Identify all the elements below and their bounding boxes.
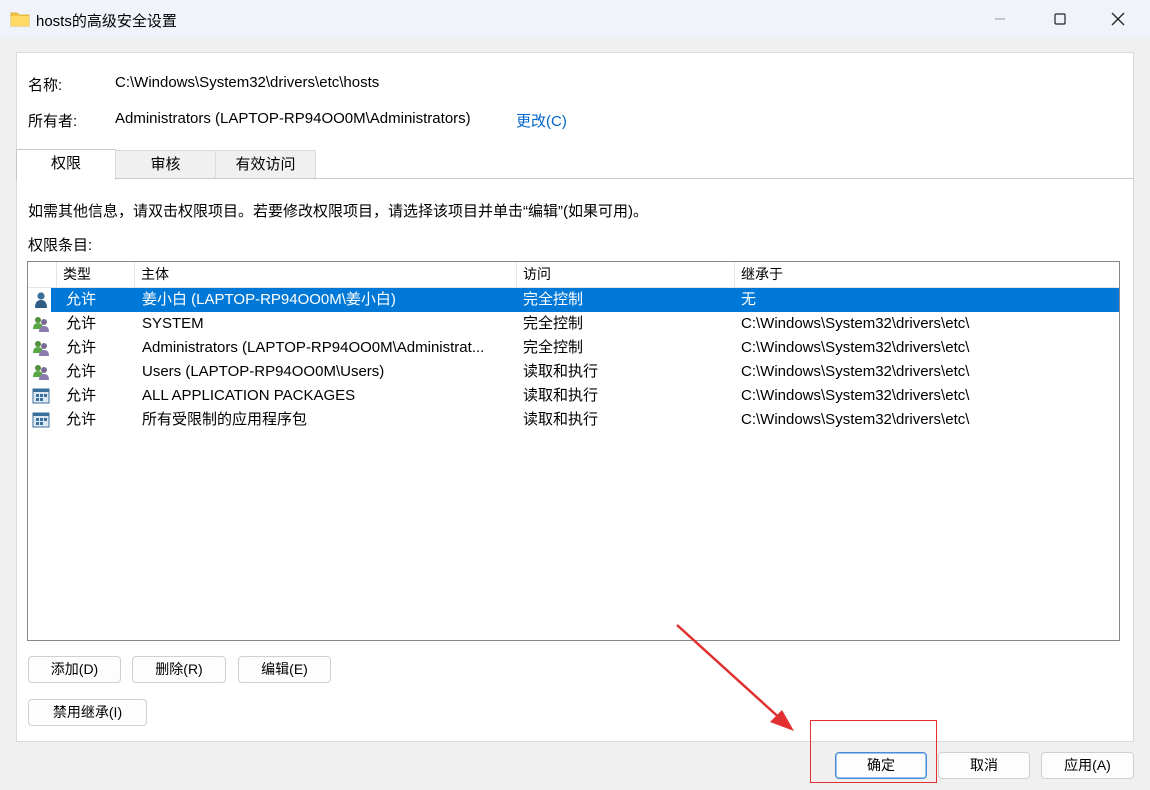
table-row[interactable]: 允许 所有受限制的应用程序包 读取和执行 C:\Windows\System32… — [28, 408, 1119, 432]
name-value: C:\Windows\System32\drivers\etc\hosts — [115, 74, 380, 91]
maximize-icon — [1054, 13, 1066, 25]
permission-entries-list[interactable]: 类型 主体 访问 继承于 允许 姜小白 (LAPTOP-RP94OO0M\姜小白… — [27, 261, 1120, 641]
tab-label: 权限 — [50, 155, 81, 172]
user-icon — [35, 292, 47, 308]
cell-inherited: C:\Windows\System32\drivers\etc\ — [741, 363, 970, 380]
disable-inheritance-button[interactable]: 禁用继承(I) — [28, 699, 147, 726]
cell-principal: SYSTEM — [142, 315, 204, 332]
entries-label: 权限条目: — [28, 237, 93, 254]
close-button[interactable] — [1090, 0, 1146, 38]
ok-button[interactable]: 确定 — [835, 752, 927, 779]
cell-type: 允许 — [66, 387, 97, 404]
title-bar: hosts的高级安全设置 — [0, 0, 1150, 38]
cell-principal: ALL APPLICATION PACKAGES — [142, 387, 356, 404]
cell-access: 完全控制 — [523, 315, 584, 332]
add-button[interactable]: 添加(D) — [28, 656, 121, 683]
active-tab-gap — [17, 178, 115, 180]
cell-access: 完全控制 — [523, 291, 584, 308]
change-owner-link[interactable]: 更改(C) — [516, 110, 567, 131]
apply-button[interactable]: 应用(A) — [1041, 752, 1134, 779]
cell-type: 允许 — [66, 363, 97, 380]
cell-principal: Users (LAPTOP-RP94OO0M\Users) — [142, 363, 385, 380]
column-label: 访问 — [523, 266, 551, 282]
header-icon-column — [28, 262, 57, 287]
tab-label: 有效访问 — [235, 156, 296, 173]
hint-text: 如需其他信息，请双击权限项目。若要修改权限项目，请选择该项目并单击“编辑”(如果… — [28, 203, 648, 220]
column-header-type[interactable]: 类型 — [57, 262, 135, 287]
app-package-icon — [32, 412, 50, 428]
column-header-inherited[interactable]: 继承于 — [735, 262, 1119, 287]
tab-effective-access[interactable]: 有效访问 — [215, 150, 316, 179]
cell-principal: 姜小白 (LAPTOP-RP94OO0M\姜小白) — [142, 291, 396, 308]
tab-auditing[interactable]: 审核 — [115, 150, 216, 179]
cell-access: 读取和执行 — [523, 363, 599, 380]
cell-inherited: C:\Windows\System32\drivers\etc\ — [741, 387, 970, 404]
table-row[interactable]: 允许 姜小白 (LAPTOP-RP94OO0M\姜小白) 完全控制 无 — [28, 288, 1119, 312]
cell-type: 允许 — [66, 411, 97, 428]
column-label: 主体 — [141, 266, 169, 282]
owner-value: Administrators (LAPTOP-RP94OO0M\Administ… — [115, 110, 471, 127]
table-row[interactable]: 允许 Users (LAPTOP-RP94OO0M\Users) 读取和执行 C… — [28, 360, 1119, 384]
table-row[interactable]: 允许 ALL APPLICATION PACKAGES 读取和执行 C:\Win… — [28, 384, 1119, 408]
edit-button[interactable]: 编辑(E) — [238, 656, 331, 683]
group-icon — [33, 365, 49, 380]
name-label: 名称: — [28, 77, 63, 94]
column-header-principal[interactable]: 主体 — [135, 262, 517, 287]
cell-type: 允许 — [66, 315, 97, 332]
cancel-button[interactable]: 取消 — [938, 752, 1030, 779]
group-icon — [33, 341, 49, 356]
table-row[interactable]: 允许 SYSTEM 完全控制 C:\Windows\System32\drive… — [28, 312, 1119, 336]
list-header: 类型 主体 访问 继承于 — [28, 262, 1119, 288]
cell-type: 允许 — [66, 339, 97, 356]
cell-type: 允许 — [66, 291, 97, 308]
window-title: hosts的高级安全设置 — [36, 13, 177, 30]
minimize-icon — [995, 18, 1005, 20]
cell-principal: 所有受限制的应用程序包 — [142, 411, 308, 428]
tab-label: 审核 — [150, 156, 181, 173]
tab-permissions[interactable]: 权限 — [16, 149, 116, 180]
folder-icon — [10, 12, 30, 27]
app-package-icon — [32, 388, 50, 404]
maximize-button[interactable] — [1032, 0, 1088, 38]
cell-access: 完全控制 — [523, 339, 584, 356]
tab-divider — [16, 178, 1134, 179]
cell-principal: Administrators (LAPTOP-RP94OO0M\Administ… — [142, 339, 485, 356]
cell-access: 读取和执行 — [523, 411, 599, 428]
group-icon — [33, 317, 49, 332]
column-label: 类型 — [63, 266, 91, 282]
minimize-button[interactable] — [972, 0, 1028, 38]
cell-inherited: 无 — [741, 291, 757, 308]
table-row[interactable]: 允许 Administrators (LAPTOP-RP94OO0M\Admin… — [28, 336, 1119, 360]
close-icon — [1111, 12, 1125, 26]
column-label: 继承于 — [741, 266, 783, 282]
column-header-access[interactable]: 访问 — [517, 262, 735, 287]
cell-inherited: C:\Windows\System32\drivers\etc\ — [741, 315, 970, 332]
owner-label: 所有者: — [28, 113, 78, 130]
cell-inherited: C:\Windows\System32\drivers\etc\ — [741, 339, 970, 356]
remove-button[interactable]: 删除(R) — [132, 656, 226, 683]
cell-access: 读取和执行 — [523, 387, 599, 404]
cell-inherited: C:\Windows\System32\drivers\etc\ — [741, 411, 970, 428]
